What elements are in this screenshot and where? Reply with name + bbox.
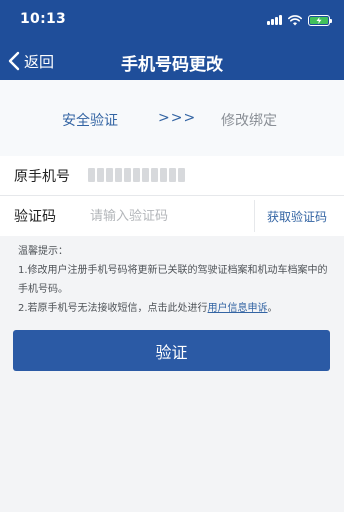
verify-button[interactable]: 验证 xyxy=(13,330,330,371)
tip-2-text: 2.若原手机号无法接收短信，点击此处进行 xyxy=(18,303,208,314)
step-indicator: 安全验证 >>> 修改绑定 xyxy=(0,80,344,156)
page-title: 手机号码更改 xyxy=(121,55,223,75)
code-row: 验证码 获取验证码 xyxy=(0,196,344,236)
status-bar: 10:13 xyxy=(0,0,344,40)
original-phone-row: 原手机号 xyxy=(0,156,344,196)
step-security-verification: 安全验证 xyxy=(62,113,118,129)
get-code-button[interactable]: 获取验证码 xyxy=(267,208,327,225)
appeal-link[interactable]: 用户信息申诉 xyxy=(208,303,268,314)
code-input[interactable] xyxy=(90,204,240,228)
tips: 温馨提示： 1.修改用户注册手机号码将更新已关联的驾驶证档案和机动车档案中的手机… xyxy=(18,242,336,318)
status-icons xyxy=(267,14,332,26)
status-time: 10:13 xyxy=(20,11,67,27)
tip-2: 2.若原手机号无法接收短信，点击此处进行用户信息申诉。 xyxy=(18,299,336,318)
code-label: 验证码 xyxy=(14,209,56,225)
wifi-icon xyxy=(288,14,302,25)
tip-1: 1.修改用户注册手机号码将更新已关联的驾驶证档案和机动车档案中的手机号码。 xyxy=(18,265,328,295)
original-phone-label: 原手机号 xyxy=(14,169,70,185)
masked-phone-number xyxy=(88,168,185,182)
step-modify-binding: 修改绑定 xyxy=(221,113,277,129)
signal-icon xyxy=(267,15,282,25)
step-separator: >>> xyxy=(158,110,197,126)
battery-icon xyxy=(308,14,332,26)
navbar: 返回 手机号码更改 xyxy=(0,40,344,80)
tip-2-suffix: 。 xyxy=(267,303,278,314)
divider xyxy=(254,200,255,232)
tips-heading: 温馨提示： xyxy=(18,246,68,257)
verification-form: 原手机号 验证码 获取验证码 xyxy=(0,156,344,236)
header: 10:13 返回 手机号码更改 xyxy=(0,0,344,80)
